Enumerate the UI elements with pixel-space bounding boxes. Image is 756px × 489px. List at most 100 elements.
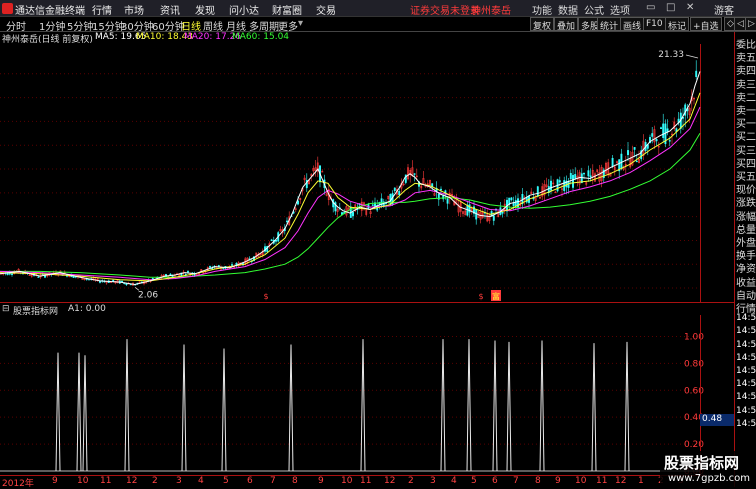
- x-tick-label: 2: [152, 476, 158, 486]
- period-more[interactable]: 更多: [278, 18, 298, 33]
- menu-item-faxian[interactable]: 发现: [195, 2, 215, 17]
- price-chart[interactable]: 20.0018.0016.0014.0012.0010.008.006.004.…: [0, 44, 706, 302]
- candle-body: [550, 180, 552, 191]
- indicator-collapse-icon[interactable]: ⊟: [2, 304, 10, 314]
- ma-line-ma60: [0, 133, 701, 278]
- menu-item-hangqing[interactable]: 行情: [92, 2, 112, 17]
- tool-tongji[interactable]: 统计: [597, 17, 622, 32]
- tool-diejia[interactable]: 叠加: [554, 17, 579, 32]
- candle-body: [501, 211, 504, 214]
- menu-item-gongneng[interactable]: 功能: [532, 2, 552, 17]
- period-60min[interactable]: 60分钟: [152, 18, 185, 33]
- y-tick-label: 0.20: [684, 440, 704, 450]
- x-tick-label: 10: [575, 476, 587, 486]
- period-toolbar: 分时 1分钟 5分钟 15分钟 30分钟 60分钟 日线 周线 月线 多周期 更…: [0, 17, 756, 33]
- menu-item-caifuquan[interactable]: 财富圈: [272, 2, 302, 17]
- x-tick-label: 1: [638, 476, 644, 486]
- candle-body: [352, 212, 354, 217]
- period-15min[interactable]: 15分钟: [92, 18, 125, 33]
- arrow-right-icon[interactable]: ▷: [745, 17, 756, 31]
- candle-body: [620, 153, 623, 169]
- tool-f10[interactable]: F10: [643, 17, 666, 31]
- x-tick-label: 12: [615, 476, 627, 486]
- x-tick-label: 7: [513, 476, 519, 486]
- menu-item-xuanxiang[interactable]: 选项: [610, 2, 630, 17]
- y-tick-label: 0.60: [684, 386, 704, 396]
- x-tick-label: 12: [384, 476, 396, 486]
- menu-item-shichang[interactable]: 市场: [124, 2, 144, 17]
- minimize-icon[interactable]: ▭: [646, 2, 655, 13]
- period-1min[interactable]: 1分钟: [39, 18, 65, 33]
- candle-body: [558, 180, 561, 183]
- x-tick-label: 9: [555, 476, 561, 486]
- ma60-value: MA60: 15.04: [232, 32, 290, 42]
- menu-bar: 通达信金融终端 行情 市场 资讯 发现 问小达 财富圈 交易 证券交易未登录 神…: [0, 0, 756, 17]
- x-tick-label: 5: [471, 476, 477, 486]
- event-marker: $: [478, 292, 483, 301]
- candle-body: [589, 175, 592, 178]
- x-tick-label: 6: [492, 476, 498, 486]
- tool-biaoji[interactable]: 标记: [665, 17, 690, 32]
- x-tick-label: 3: [176, 476, 182, 486]
- menu-item-wenxiaoda[interactable]: 问小达: [229, 2, 259, 17]
- tool-huaxian[interactable]: 画线: [620, 17, 645, 32]
- candle-body: [169, 273, 172, 276]
- x-tick-label: 6: [247, 476, 253, 486]
- menu-item-zixun[interactable]: 资讯: [160, 2, 180, 17]
- x-tick-label: 4: [451, 476, 457, 486]
- x-tick-label: 11: [360, 476, 372, 486]
- period-monthly[interactable]: 月线: [226, 18, 246, 33]
- candle-body: [668, 140, 671, 142]
- candle-body: [270, 239, 273, 241]
- candle-body: [510, 197, 513, 201]
- guest-label[interactable]: 游客: [714, 2, 734, 17]
- tick-time: 14:50: [736, 405, 756, 416]
- x-tick-label: 2: [408, 476, 414, 486]
- candle-body: [695, 70, 698, 77]
- period-weekly[interactable]: 周线: [203, 18, 223, 33]
- more-chevron-icon[interactable]: ▾: [298, 18, 303, 29]
- menu-item-jiaoyi[interactable]: 交易: [316, 2, 336, 17]
- quote-side-panel[interactable]: 委比 卖五 卖四 卖三 卖二 卖一 买一 买二 买三 买四 买五 现价 涨跌 涨幅 总量 外盘 换手 净资 收益 自动…: [734, 32, 756, 487]
- x-tick-label: 9: [52, 476, 58, 486]
- high-pointer: [685, 54, 699, 59]
- signal-spike: [76, 352, 82, 472]
- signal-spike: [181, 344, 187, 472]
- y-tick-label: 0.80: [684, 359, 704, 369]
- period-30min[interactable]: 30分钟: [121, 18, 154, 33]
- x-tick-label: 10: [341, 476, 353, 486]
- tool-add-watchlist[interactable]: +自选: [690, 17, 722, 32]
- login-warning[interactable]: 证券交易未登录: [410, 2, 480, 17]
- period-daily[interactable]: 日线: [181, 18, 201, 33]
- signal-spike: [624, 341, 630, 472]
- indicator-info-line: ⊟ 股票指标网 A1: 0.00: [0, 303, 700, 317]
- tool-fuquan[interactable]: 复权: [530, 17, 555, 32]
- x-tick-label: 9: [318, 476, 324, 486]
- menu-item-gongshi[interactable]: 公式: [584, 2, 604, 17]
- watermark: 股票指标网 www.7gpzb.com: [660, 451, 756, 487]
- candle-body: [651, 133, 654, 137]
- x-tick-label: 11: [100, 476, 112, 486]
- candle-body: [536, 186, 539, 197]
- indicator-chart[interactable]: 1.000.800.600.400.200.00: [0, 315, 706, 475]
- tick-time: 14:50: [736, 418, 756, 429]
- candle-body: [209, 266, 211, 268]
- candle-body: [627, 150, 629, 156]
- indicator-current-value: 0.48: [700, 414, 734, 426]
- candle-body: [492, 215, 495, 221]
- event-marker: $: [263, 292, 268, 301]
- signal-spike: [466, 339, 472, 472]
- period-multi[interactable]: 多周期: [249, 18, 279, 33]
- tick-time: 14:50: [736, 339, 756, 350]
- close-icon[interactable]: ✕: [686, 2, 694, 13]
- menu-item-shuju[interactable]: 数据: [558, 2, 578, 17]
- x-tick-label: 7: [270, 476, 276, 486]
- candle-body: [217, 265, 220, 267]
- signal-spike: [124, 339, 130, 472]
- period-fenshi[interactable]: 分时: [6, 18, 26, 33]
- signal-spike: [440, 339, 446, 472]
- restore-icon[interactable]: □: [666, 2, 675, 13]
- period-5min[interactable]: 5分钟: [67, 18, 93, 33]
- candle-body: [393, 187, 396, 191]
- candle-body: [587, 170, 590, 177]
